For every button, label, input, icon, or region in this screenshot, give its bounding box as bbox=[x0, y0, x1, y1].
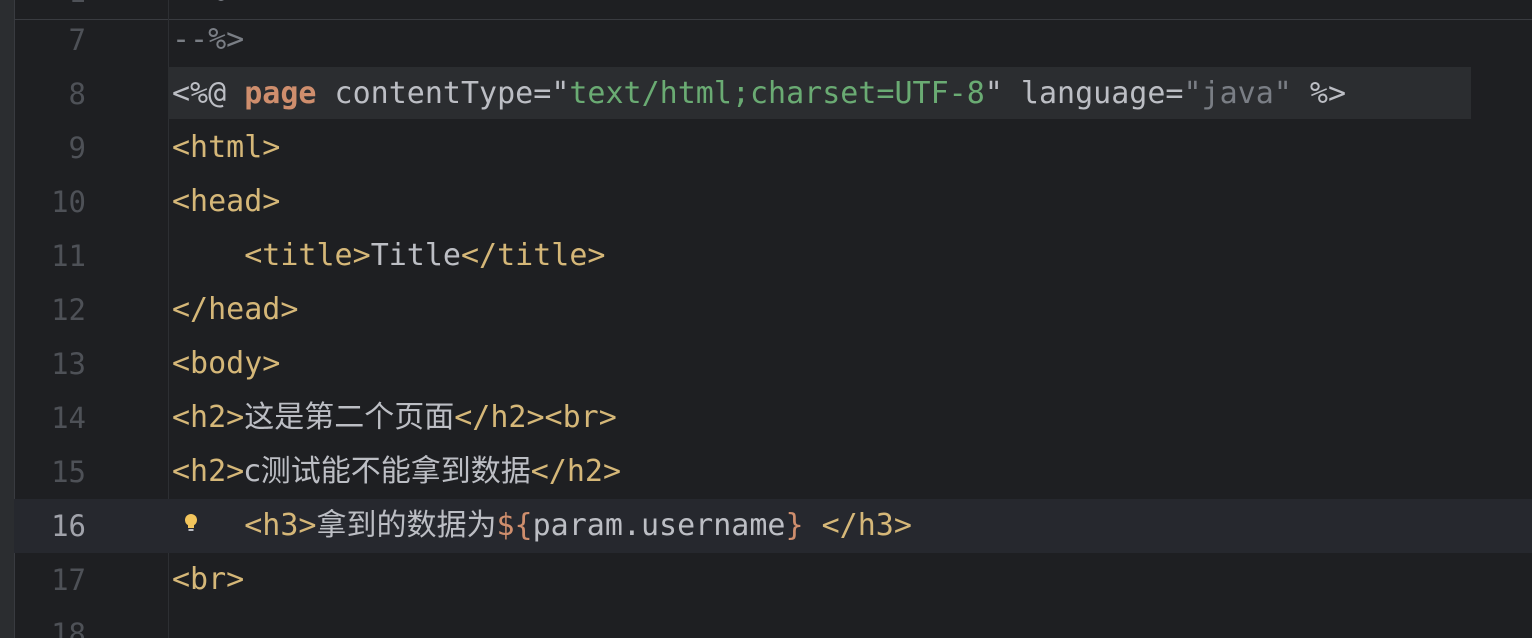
html-tag: <body> bbox=[172, 346, 281, 381]
html-tag: <h3> bbox=[244, 508, 317, 543]
html-tag: <head> bbox=[172, 184, 281, 219]
html-tag: </head> bbox=[172, 292, 299, 327]
code-line[interactable]: 12 </head> bbox=[14, 283, 1532, 337]
code-content: <title>Title</title> bbox=[172, 229, 606, 283]
line-number[interactable]: 18 bbox=[14, 607, 86, 638]
tag-text: Title bbox=[370, 238, 461, 273]
attribute-value: "java" bbox=[1183, 76, 1292, 111]
code-line[interactable]: 10 <head> bbox=[14, 175, 1532, 229]
tool-window-strip bbox=[0, 0, 15, 638]
attribute-value: text/html;charset=UTF-8 bbox=[569, 76, 985, 111]
line-number[interactable]: 11 bbox=[14, 229, 86, 283]
line-number[interactable]: 9 bbox=[14, 121, 86, 175]
html-tag: </h2><br> bbox=[454, 400, 617, 435]
line-number[interactable]: 7 bbox=[14, 13, 86, 67]
line-number[interactable]: 14 bbox=[14, 391, 86, 445]
code-content: <h2>这是第二个页面</h2><br> bbox=[172, 391, 617, 445]
attribute-name: language= bbox=[1002, 76, 1184, 111]
line-number[interactable]: 12 bbox=[14, 283, 86, 337]
code-line[interactable]: 9 <html> bbox=[14, 121, 1532, 175]
code-line[interactable]: 18 bbox=[14, 607, 1532, 638]
attribute-name: contentType= bbox=[316, 76, 552, 111]
tag-text: c测试能不能拿到数据 bbox=[244, 454, 531, 489]
directive-open: <%@ bbox=[172, 76, 227, 111]
keyword: page bbox=[244, 76, 317, 111]
code-line-current[interactable]: 16 <h3>拿到的数据为${param.username} </h3> bbox=[14, 499, 1532, 553]
el-expression: param.username bbox=[532, 508, 786, 543]
el-delimiter: ${ bbox=[496, 508, 533, 543]
html-tag: <html> bbox=[172, 130, 281, 165]
html-tag: </h2> bbox=[530, 454, 622, 489]
code-line[interactable]: 7 --%> bbox=[14, 13, 1532, 67]
html-tag: <h2> bbox=[172, 454, 245, 489]
html-tag: <br> bbox=[172, 562, 245, 597]
line-number[interactable]: 8 bbox=[14, 67, 86, 121]
html-tag: <h2> bbox=[172, 400, 245, 435]
line-number[interactable]: 10 bbox=[14, 175, 86, 229]
line-number[interactable]: 15 bbox=[14, 445, 86, 499]
line-number[interactable]: 17 bbox=[14, 553, 86, 607]
directive-close: %> bbox=[1291, 76, 1347, 111]
html-tag: <title> bbox=[244, 238, 371, 273]
el-delimiter: } bbox=[785, 508, 804, 543]
code-content: <%@ page contentType="text/html;charset=… bbox=[172, 67, 1346, 121]
code-line[interactable]: 13 <body> bbox=[14, 337, 1532, 391]
code-line[interactable]: 15 <h2>c测试能不能拿到数据</h2> bbox=[14, 445, 1532, 499]
html-tag: </title> bbox=[461, 238, 606, 273]
html-tag: </h3> bbox=[803, 508, 912, 543]
code-content: <h3>拿到的数据为${param.username} </h3> bbox=[172, 499, 912, 553]
code-line[interactable]: 14 <h2>这是第二个页面</h2><br> bbox=[14, 391, 1532, 445]
tag-text: 拿到的数据为 bbox=[316, 508, 497, 543]
code-line[interactable]: 11 <title>Title</title> bbox=[14, 229, 1532, 283]
tag-text: 这是第二个页面 bbox=[244, 400, 455, 435]
line-number[interactable]: 16 bbox=[14, 499, 86, 553]
comment-text: --%> bbox=[172, 22, 245, 57]
line-number[interactable]: 13 bbox=[14, 337, 86, 391]
code-content: <h2>c测试能不能拿到数据</h2> bbox=[172, 445, 621, 499]
quote: " bbox=[984, 76, 1003, 111]
code-editor[interactable]: 1 --% 7 --%> 8 <%@ page contentType="tex… bbox=[0, 0, 1532, 638]
code-line[interactable]: 8 <%@ page contentType="text/html;charse… bbox=[14, 67, 1532, 121]
quote: " bbox=[551, 76, 570, 111]
code-line[interactable]: 17 <br> bbox=[14, 553, 1532, 607]
